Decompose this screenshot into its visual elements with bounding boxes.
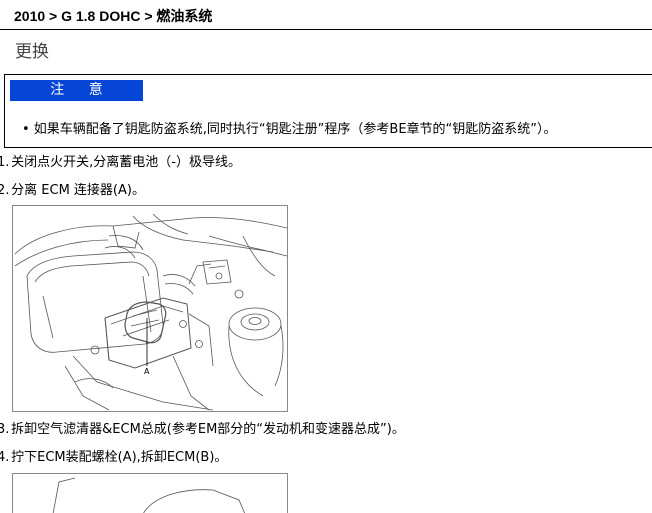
callout-label-a: A bbox=[144, 367, 150, 376]
step-number: 1. bbox=[0, 155, 10, 170]
step-text: 关闭点火开关,分离蓄电池（-）极导线。 bbox=[11, 155, 241, 170]
section-title: 更换 bbox=[15, 42, 49, 62]
breadcrumb: 2010 > G 1.8 DOHC > 燃油系统 bbox=[0, 0, 652, 30]
ecm-removal-illustration bbox=[12, 473, 288, 513]
step-3: 3. 拆卸空气滤清器&ECM总成(参考EM部分的“发动机和变速器总成”)。 bbox=[0, 418, 405, 437]
ecm-drawing-partial bbox=[52, 477, 246, 513]
step-1: 1. 关闭点火开关,分离蓄电池（-）极导线。 bbox=[0, 151, 241, 170]
step-number: 2. bbox=[0, 183, 10, 198]
breadcrumb-text: 2010 > G 1.8 DOHC > 燃油系统 bbox=[14, 8, 213, 24]
caution-text: • 如果车辆配备了钥匙防盗系统,同时执行“钥匙注册”程序（参考BE章节的“钥匙防… bbox=[22, 122, 557, 137]
caution-box: 注 意 • 如果车辆配备了钥匙防盗系统,同时执行“钥匙注册”程序（参考BE章节的… bbox=[4, 74, 652, 148]
step-text: 分离 ECM 连接器(A)。 bbox=[11, 183, 145, 198]
ecm-connector-illustration: A bbox=[12, 205, 288, 412]
step-number: 3. bbox=[0, 422, 10, 437]
step-text: 拧下ECM装配螺栓(A),拆卸ECM(B)。 bbox=[11, 450, 228, 465]
engine-bay-drawing: A bbox=[14, 213, 287, 411]
step-4: 4. 拧下ECM装配螺栓(A),拆卸ECM(B)。 bbox=[0, 446, 227, 465]
step-2: 2. 分离 ECM 连接器(A)。 bbox=[0, 179, 145, 198]
step-number: 4. bbox=[0, 450, 10, 465]
caution-badge: 注 意 bbox=[10, 80, 143, 101]
step-text: 拆卸空气滤清器&ECM总成(参考EM部分的“发动机和变速器总成”)。 bbox=[11, 422, 405, 437]
